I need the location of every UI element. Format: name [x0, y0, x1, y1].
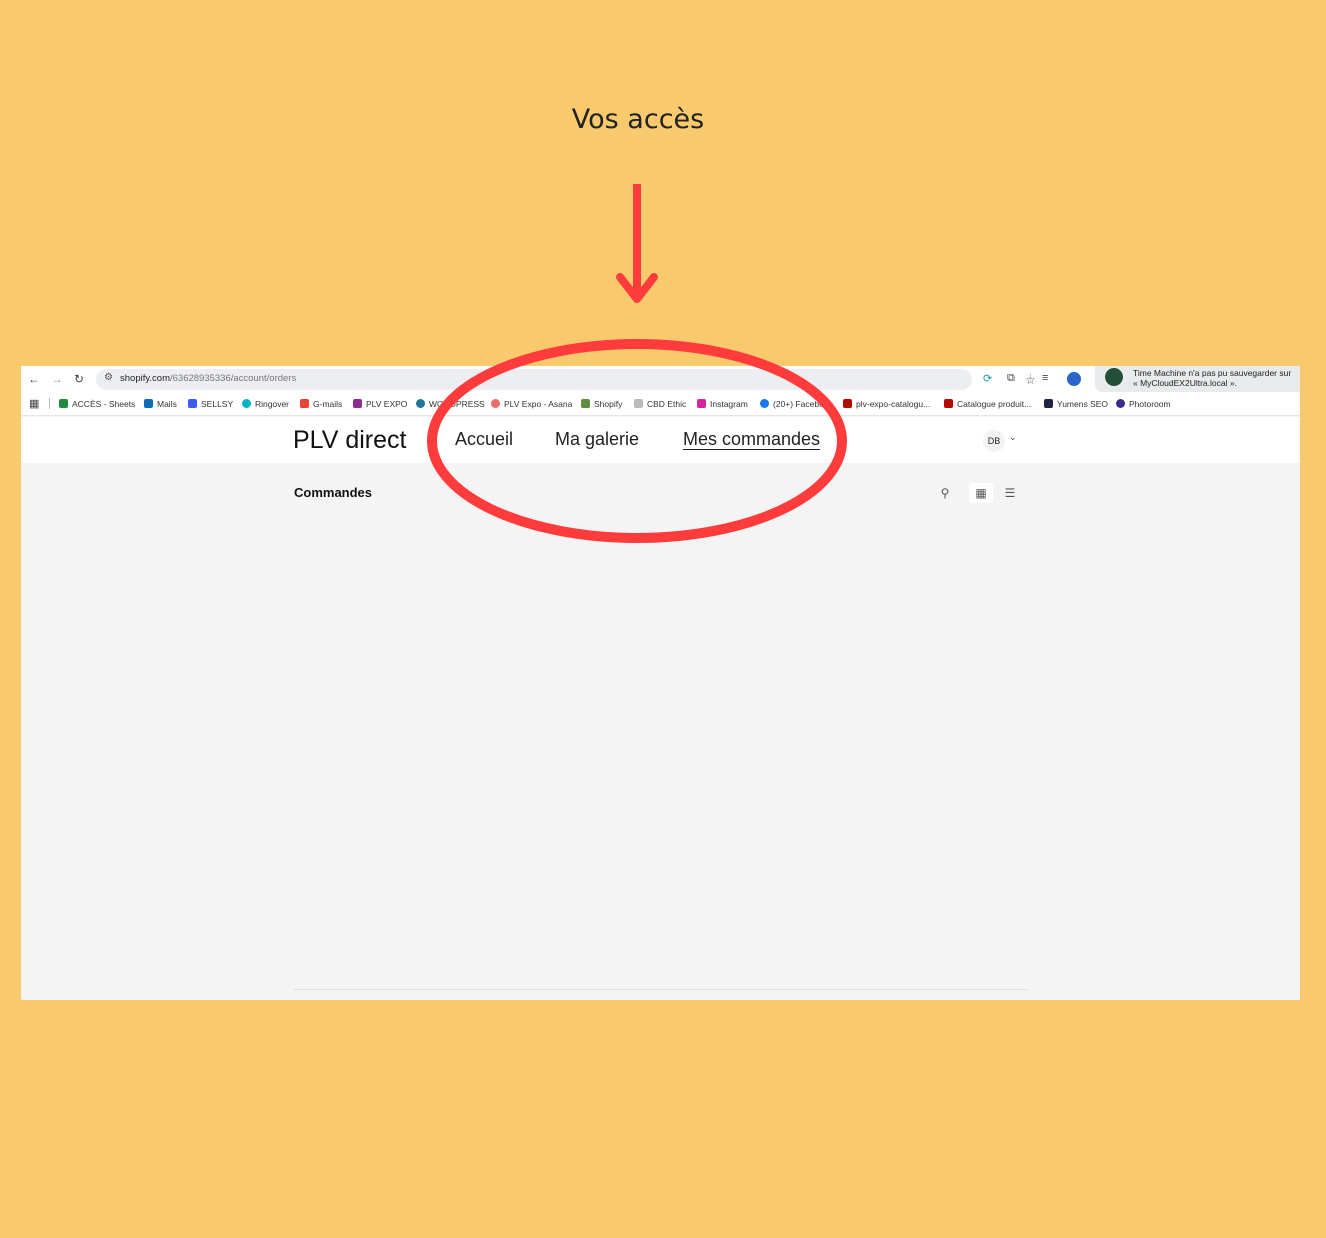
highlight-ellipse	[427, 339, 847, 543]
